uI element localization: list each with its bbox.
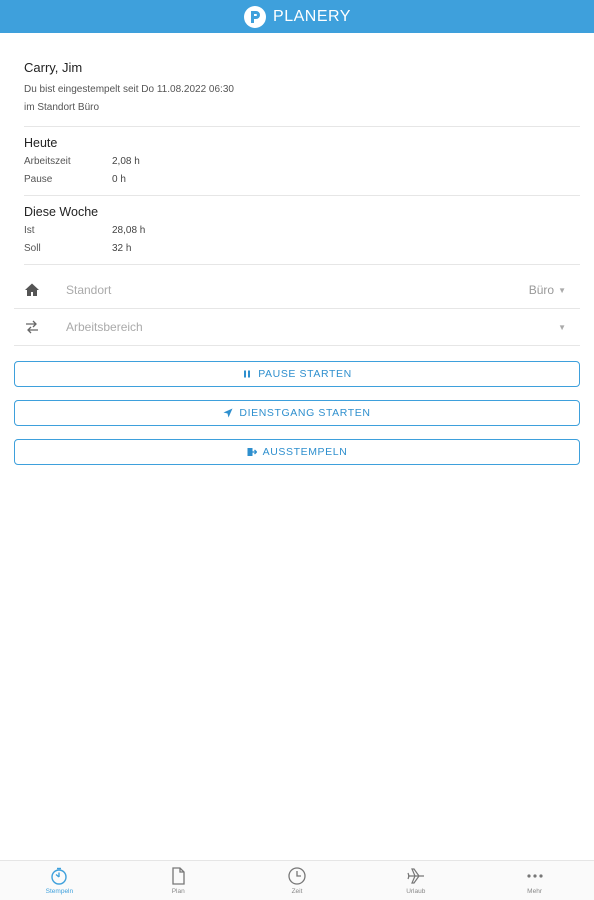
planery-logo-icon [244,5,267,28]
tab-urlaub[interactable]: Urlaub [356,861,475,900]
location-label: Standort [66,283,112,297]
stat-row: Ist 28,08 h [24,222,580,240]
tab-zeit[interactable]: Zeit [238,861,357,900]
clock-in-status: Du bist eingestempelt seit Do 11.08.2022… [24,84,234,95]
airplane-icon [407,868,424,884]
pause-start-button[interactable]: PAUSE STARTEN [14,361,580,387]
user-info: Carry, Jim Du bist eingestempelt seit Do… [24,33,580,127]
document-icon [172,867,185,885]
today-title: Heute [24,136,58,150]
area-value: ▼ [554,323,580,332]
bottom-tab-bar: Stempeln Plan Zeit Urlaub Mehr [0,860,594,900]
location-arrow-icon [223,408,233,418]
clock-out-label: AUSSTEMPELN [262,446,348,458]
home-icon [14,282,52,298]
clock-out-button[interactable]: AUSSTEMPELN [14,439,580,465]
week-title: Diese Woche [24,205,99,219]
stat-value: 2,08 h [112,156,140,167]
swap-arrows-icon [14,319,52,335]
location-select[interactable]: Standort Büro ▼ [14,272,580,309]
stat-label: Arbeitszeit [24,156,71,167]
stat-value: 28,08 h [112,225,146,236]
sign-out-icon [247,448,257,456]
more-dots-icon [526,874,543,878]
stat-label: Ist [24,225,35,236]
tab-stempeln[interactable]: Stempeln [0,861,119,900]
pause-start-label: PAUSE STARTEN [258,368,352,380]
business-trip-label: DIENSTGANG STARTEN [239,407,371,419]
tab-label: Urlaub [406,888,426,895]
stopwatch-icon [51,867,68,885]
app-root: PLANERY Carry, Jim Du bist eingestempelt… [0,0,594,900]
stat-value: 0 h [112,174,126,185]
week-stats: Diese Woche Ist 28,08 h Soll 32 h [24,196,580,265]
main-content: Carry, Jim Du bist eingestempelt seit Do… [24,33,580,265]
location-value: Büro ▼ [529,283,580,297]
area-select[interactable]: Arbeitsbereich ▼ [14,309,580,346]
user-name: Carry, Jim [24,60,83,75]
brand-logo: PLANERY [243,5,351,29]
clock-in-location: im Standort Büro [24,102,100,113]
chevron-down-icon: ▼ [558,322,566,332]
tab-label: Mehr [527,888,542,895]
tab-label: Plan [171,888,185,895]
stat-value: 32 h [112,243,132,254]
pause-icon [244,370,251,378]
selection-fields: Standort Büro ▼ Arbeitsbereich ▼ [14,272,580,346]
clock-icon [288,867,306,885]
location-value-text: Büro [528,283,555,297]
chevron-down-icon: ▼ [558,285,566,295]
tab-mehr[interactable]: Mehr [475,861,594,900]
tab-plan[interactable]: Plan [119,861,238,900]
business-trip-button[interactable]: DIENSTGANG STARTEN [14,400,580,426]
today-stats: Heute Arbeitszeit 2,08 h Pause 0 h [24,127,580,196]
app-header: PLANERY [0,0,594,33]
tab-label: Zeit [291,888,303,895]
brand-name: PLANERY [273,7,351,25]
stat-label: Pause [24,174,53,185]
tab-label: Stempeln [45,888,74,895]
stat-row: Pause 0 h [24,171,580,189]
stat-row: Arbeitszeit 2,08 h [24,153,580,171]
stat-row: Soll 32 h [24,240,580,258]
area-label: Arbeitsbereich [66,320,143,334]
stat-label: Soll [24,243,41,254]
